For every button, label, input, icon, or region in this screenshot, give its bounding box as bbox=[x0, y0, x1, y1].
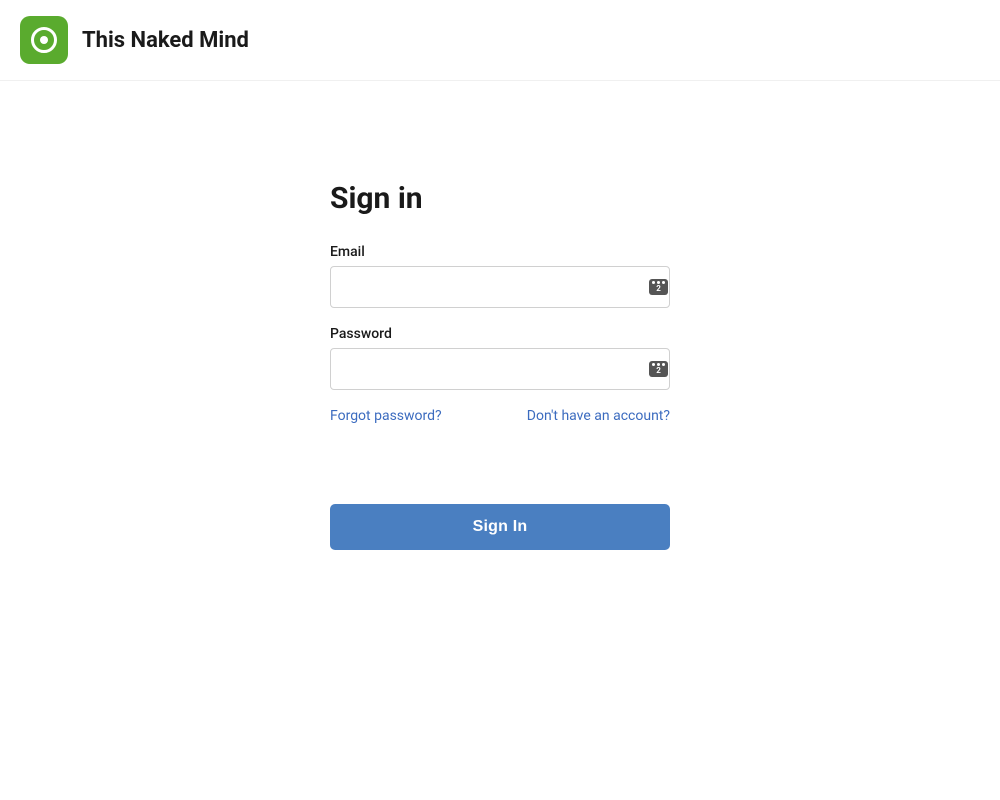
sign-in-heading: Sign in bbox=[330, 181, 670, 216]
sign-in-button[interactable]: Sign In bbox=[330, 504, 670, 550]
email-label: Email bbox=[330, 244, 670, 260]
password-form-group: Password 2 bbox=[330, 326, 670, 390]
forgot-password-link[interactable]: Forgot password? bbox=[330, 408, 442, 424]
email-form-group: Email 2 bbox=[330, 244, 670, 308]
email-password-manager-badge[interactable]: 2 bbox=[649, 279, 668, 295]
password-input-wrapper: 2 bbox=[330, 348, 670, 390]
email-input[interactable] bbox=[330, 266, 670, 308]
password-label: Password bbox=[330, 326, 670, 342]
app-header: This Naked Mind bbox=[0, 0, 1000, 81]
logo-circle bbox=[31, 27, 57, 53]
password-badge-count: 2 bbox=[656, 367, 661, 375]
main-content: Sign in Email 2 Password bbox=[0, 81, 1000, 550]
app-title: This Naked Mind bbox=[82, 28, 249, 53]
password-input[interactable] bbox=[330, 348, 670, 390]
email-input-wrapper: 2 bbox=[330, 266, 670, 308]
register-link[interactable]: Don't have an account? bbox=[527, 408, 670, 424]
links-row: Forgot password? Don't have an account? bbox=[330, 408, 670, 424]
app-logo bbox=[20, 16, 68, 64]
password-password-manager-badge[interactable]: 2 bbox=[649, 361, 668, 377]
email-badge-count: 2 bbox=[656, 285, 661, 293]
sign-in-form: Sign in Email 2 Password bbox=[330, 181, 670, 550]
